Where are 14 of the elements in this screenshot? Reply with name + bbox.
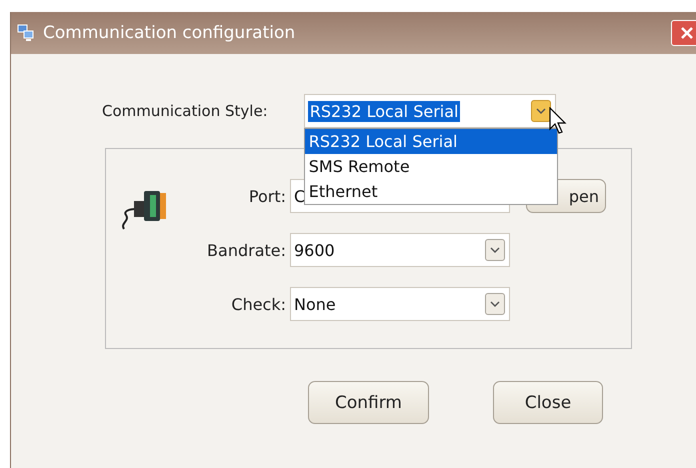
dropdown-option[interactable]: RS232 Local Serial [304, 129, 557, 154]
close-dialog-button[interactable]: Close [493, 381, 603, 424]
check-dropdown[interactable]: None [290, 287, 510, 321]
confirm-button[interactable]: Confirm [308, 381, 429, 424]
dropdown-option[interactable]: SMS Remote [304, 154, 557, 179]
field-label: Check: [230, 294, 286, 314]
field-label: Bandrate: [206, 240, 286, 260]
dropdown-value: RS232 Local Serial [308, 100, 460, 122]
bandrate-dropdown[interactable]: 9600 [290, 233, 510, 267]
field-label: Communication Style: [102, 102, 268, 120]
network-icon [17, 24, 35, 42]
field-label: Port: [248, 186, 286, 206]
close-icon [680, 26, 694, 40]
window-title: Communication configuration [43, 23, 296, 43]
